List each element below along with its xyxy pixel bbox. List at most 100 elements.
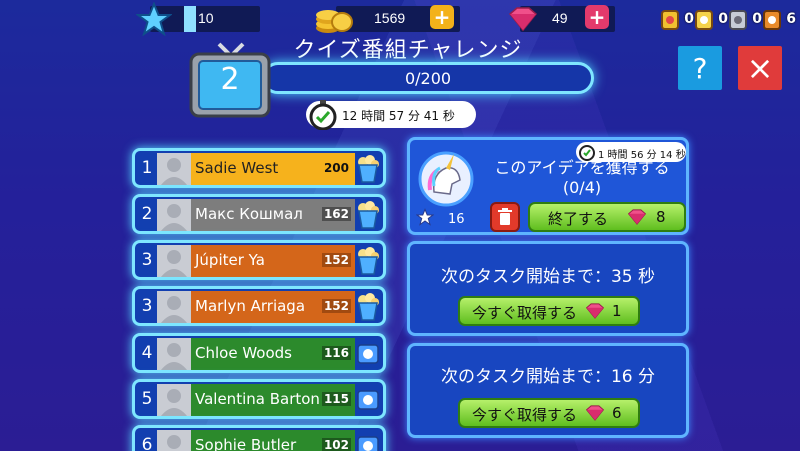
rank-number: 1 — [141, 158, 153, 178]
rank-number: 2 — [141, 204, 153, 224]
rank-number: 3 — [141, 250, 153, 270]
finish-cost: 8 — [656, 208, 666, 226]
avatar-placeholder-icon — [161, 389, 187, 416]
delete-task-button[interactable] — [490, 202, 520, 232]
close-button[interactable]: × — [738, 46, 782, 90]
leaderboard-row[interactable]: 4 Chloe Woods 116 — [132, 333, 386, 373]
badge-count: 6 — [786, 11, 796, 27]
leaderboard-row[interactable]: 3 Marlyn Arriaga 152 — [132, 286, 386, 326]
help-button[interactable]: ? — [678, 46, 722, 90]
ticket-reward-icon[interactable] — [355, 338, 381, 370]
trash-icon — [498, 208, 512, 225]
next-task-panel-1: 次のタスク開始まで：35 秒 今すぐ取得する 1 — [407, 241, 689, 336]
player-score: 152 — [321, 299, 351, 313]
player-score: 200 — [321, 161, 351, 175]
avatar — [157, 430, 191, 451]
stopwatch-icon — [309, 100, 337, 130]
get-now-cost: 1 — [612, 302, 622, 320]
ticket-reward-icon[interactable] — [355, 430, 381, 451]
tv-episode-icon: 2 — [185, 40, 275, 120]
star-icon — [416, 208, 434, 226]
coins-value: 1569 — [374, 10, 406, 26]
get-now-cost: 6 — [612, 404, 622, 422]
player-name: Valentina Barton — [195, 390, 320, 408]
task-panel: 1 時間 56 分 14 秒 このアイデアを獲得する (0/4) 16 終了する… — [407, 137, 689, 235]
avatar-placeholder-icon — [167, 435, 181, 449]
avatar — [157, 245, 191, 277]
get-now-button[interactable]: 今すぐ取得する 1 — [458, 296, 640, 326]
player-score: 115 — [321, 392, 351, 406]
player-name: Sadie West — [195, 159, 279, 177]
avatar — [157, 384, 191, 416]
popcorn-reward-icon[interactable] — [355, 153, 381, 185]
help-label: ? — [692, 51, 708, 85]
leaderboard-row[interactable]: 2 Макс Кошмал 162 — [132, 194, 386, 234]
next-task-text: 次のタスク開始まで：35 秒 — [440, 267, 656, 287]
gem-icon — [585, 303, 605, 319]
popcorn-icon — [358, 201, 379, 229]
player-score: 116 — [321, 346, 351, 360]
gems-value: 49 — [552, 10, 568, 26]
avatar-placeholder-icon — [161, 158, 187, 185]
badge-4: 6 — [762, 8, 796, 32]
ticket-icon — [357, 390, 379, 410]
avatar-placeholder-icon — [161, 250, 187, 277]
badge-icon — [695, 10, 713, 30]
get-now-label: 今すぐ取得する — [472, 304, 578, 322]
badge-icon — [763, 10, 781, 30]
player-band: Júpiter Ya 152 — [191, 245, 355, 277]
unicorn-icon — [418, 151, 474, 207]
buy-coins-button[interactable]: + — [430, 5, 454, 29]
task-stars: 16 — [448, 212, 465, 227]
player-score: 152 — [321, 253, 351, 267]
finish-label: 終了する — [548, 210, 609, 228]
badge-count: 0 — [718, 11, 728, 27]
star-icon — [136, 2, 172, 36]
buy-gems-button[interactable]: + — [585, 5, 609, 29]
next-task-panel-2: 次のタスク開始まで：16 分 今すぐ取得する 6 — [407, 343, 689, 438]
popcorn-icon — [358, 155, 379, 183]
leaderboard-row[interactable]: 5 Valentina Barton 115 — [132, 379, 386, 419]
rank-number: 4 — [141, 343, 153, 363]
popcorn-reward-icon[interactable] — [355, 199, 381, 231]
avatar-placeholder-icon — [161, 343, 187, 370]
popcorn-icon — [358, 247, 379, 275]
avatar — [157, 338, 191, 370]
leaderboard-row[interactable]: 3 Júpiter Ya 152 — [132, 240, 386, 280]
page-title: クイズ番組チャレンジ — [293, 38, 523, 63]
progress-text: 0/200 — [404, 69, 452, 88]
player-name: Sophie Butler — [195, 436, 297, 451]
player-name: Chloe Woods — [195, 344, 292, 362]
rank-number: 6 — [141, 435, 153, 451]
event-timer-text: 12 時間 57 分 41 秒 — [342, 109, 455, 123]
badge-icon — [661, 10, 679, 30]
leaderboard-row[interactable]: 1 Sadie West 200 — [132, 148, 386, 188]
player-name: Макс Кошмал — [195, 205, 303, 223]
stars-value: 10 — [198, 10, 214, 26]
avatar — [157, 153, 191, 185]
episode-number: 2 — [220, 62, 240, 97]
ticket-icon — [357, 436, 379, 451]
badge-count: 0 — [684, 11, 694, 27]
coins-icon — [316, 10, 353, 33]
finish-task-button[interactable]: 終了する 8 — [528, 202, 686, 232]
badge-1: 0 — [660, 8, 694, 32]
player-name: Júpiter Ya — [195, 251, 265, 269]
leaderboard-row[interactable]: 6 Sophie Butler 102 — [132, 425, 386, 451]
popcorn-reward-icon[interactable] — [355, 291, 381, 323]
progress-bar: 0/200 — [262, 62, 594, 94]
task-text: このアイデアを獲得する (0/4) — [494, 158, 670, 197]
player-band: Marlyn Arriaga 152 — [191, 291, 355, 323]
gem-icon — [627, 209, 647, 225]
get-now-button[interactable]: 今すぐ取得する 6 — [458, 398, 640, 428]
rank-number: 3 — [141, 296, 153, 316]
popcorn-reward-icon[interactable] — [355, 245, 381, 277]
player-band: Chloe Woods 116 — [191, 338, 355, 370]
player-band: Sophie Butler 102 — [191, 430, 355, 451]
gem-icon — [508, 7, 538, 32]
avatar — [157, 291, 191, 323]
gem-icon — [585, 405, 605, 421]
badge-2: 0 — [694, 8, 728, 32]
ticket-reward-icon[interactable] — [355, 384, 381, 416]
ticket-icon — [357, 344, 379, 364]
